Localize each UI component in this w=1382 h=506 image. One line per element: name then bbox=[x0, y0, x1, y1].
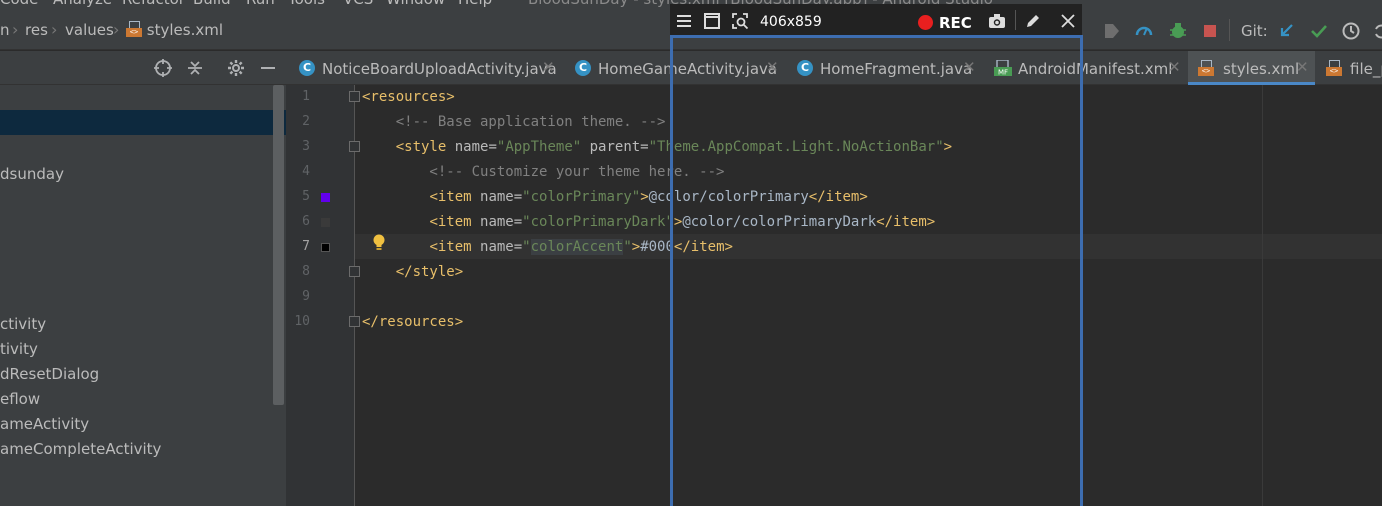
tab-label: styles.xml bbox=[1223, 60, 1300, 78]
tab-label: file_p bbox=[1350, 60, 1382, 78]
menu-help[interactable]: Help bbox=[458, 0, 492, 8]
breadcrumb-item-res[interactable]: res bbox=[25, 21, 48, 39]
tree-item[interactable]: dsunday bbox=[0, 165, 64, 183]
region-select-icon[interactable] bbox=[731, 12, 749, 30]
recording-region-frame[interactable] bbox=[670, 35, 1083, 506]
java-class-icon: C bbox=[575, 60, 591, 76]
recording-size-label: 406x859 bbox=[760, 14, 822, 30]
debug-attach-icon[interactable] bbox=[1168, 21, 1188, 41]
git-label: Git: bbox=[1241, 22, 1268, 40]
fold-marker-icon[interactable] bbox=[349, 141, 360, 152]
code-line: </style> bbox=[395, 264, 464, 280]
locate-target-icon[interactable] bbox=[153, 58, 173, 78]
code-line: <!-- Base application theme. --> bbox=[362, 114, 666, 130]
fold-marker-icon[interactable] bbox=[349, 266, 360, 277]
tab-file-p[interactable]: <> file_p bbox=[1318, 51, 1382, 84]
right-margin-guide bbox=[1262, 85, 1263, 506]
menu-window[interactable]: Window bbox=[386, 0, 445, 8]
color-swatch-primary-dark[interactable] bbox=[321, 218, 330, 227]
color-swatch-accent[interactable] bbox=[321, 243, 330, 252]
menu-code[interactable]: Code bbox=[0, 0, 38, 8]
git-update-icon[interactable] bbox=[1277, 21, 1297, 41]
close-icon[interactable]: ✕ bbox=[542, 58, 555, 76]
menu-run[interactable]: Run bbox=[246, 0, 275, 8]
tree-item[interactable]: tivity bbox=[0, 340, 38, 358]
tree-item[interactable]: dResetDialog bbox=[0, 365, 99, 383]
menu-analyze[interactable]: Analyze bbox=[53, 0, 112, 8]
code-line: <resources> bbox=[362, 89, 455, 105]
fold-marker-icon[interactable] bbox=[349, 91, 360, 102]
line-number: 4 bbox=[302, 164, 310, 179]
line-number: 5 bbox=[302, 189, 310, 204]
breadcrumb-item[interactable]: n bbox=[0, 21, 10, 39]
project-panel: dsunday ctivity tivity dResetDialog eflo… bbox=[0, 85, 286, 506]
line-number: 10 bbox=[294, 314, 310, 329]
menu-refactor[interactable]: Refactor bbox=[122, 0, 185, 8]
line-number: 6 bbox=[302, 214, 310, 229]
camera-icon[interactable] bbox=[988, 12, 1006, 30]
git-revert-icon[interactable] bbox=[1371, 21, 1382, 41]
stop-icon[interactable] bbox=[1200, 21, 1220, 41]
project-scrollbar[interactable] bbox=[273, 85, 284, 405]
collapse-all-icon[interactable] bbox=[185, 58, 205, 78]
color-swatch-primary[interactable] bbox=[321, 193, 330, 202]
code-line: </resources> bbox=[362, 314, 464, 330]
git-history-icon[interactable] bbox=[1341, 21, 1361, 41]
breadcrumb-separator-icon: › bbox=[51, 20, 58, 39]
xml-file-icon: <> bbox=[1326, 60, 1342, 76]
menu-tools[interactable]: Tools bbox=[288, 0, 325, 8]
tree-item[interactable]: ameCompleteActivity bbox=[0, 440, 161, 458]
breadcrumb-file-label: styles.xml bbox=[146, 21, 223, 39]
recorder-divider bbox=[1015, 10, 1016, 30]
close-icon[interactable]: ✕ bbox=[1296, 58, 1309, 76]
menu-icon[interactable] bbox=[675, 12, 693, 30]
menu-vcs[interactable]: VCS bbox=[343, 0, 373, 8]
close-icon[interactable] bbox=[1059, 12, 1077, 30]
breadcrumb-separator-icon: › bbox=[113, 20, 120, 39]
record-dot-icon[interactable] bbox=[918, 15, 933, 30]
xml-file-icon: <> bbox=[126, 21, 142, 37]
tab-styles-xml[interactable]: <> styles.xml ✕ bbox=[1188, 51, 1315, 85]
recorder-toolbar: 406x859 REC bbox=[670, 4, 1082, 35]
menu-build[interactable]: Build bbox=[193, 0, 231, 8]
tree-item[interactable]: ctivity bbox=[0, 315, 46, 333]
tree-item[interactable]: ameActivity bbox=[0, 415, 89, 433]
xml-file-icon: <> bbox=[1198, 60, 1214, 76]
close-icon[interactable]: ✕ bbox=[1168, 58, 1181, 76]
rec-button[interactable]: REC bbox=[939, 14, 972, 32]
profiler-icon[interactable] bbox=[1134, 21, 1154, 41]
gear-icon[interactable] bbox=[226, 58, 246, 78]
fold-marker-icon[interactable] bbox=[349, 316, 360, 327]
line-number: 7 bbox=[302, 239, 310, 254]
line-number: 1 bbox=[302, 89, 310, 104]
line-number: 3 bbox=[302, 139, 310, 154]
line-number: 2 bbox=[302, 114, 310, 129]
breadcrumb-item-styles[interactable]: <> styles.xml bbox=[126, 21, 223, 39]
breadcrumb-separator-icon: › bbox=[12, 20, 19, 39]
breadcrumb-item-values[interactable]: values bbox=[65, 21, 114, 39]
tab-label: NoticeBoardUploadActivity.java bbox=[322, 60, 557, 78]
stop-process-icon[interactable] bbox=[1102, 21, 1122, 41]
tree-item[interactable]: eflow bbox=[0, 390, 40, 408]
git-commit-icon[interactable] bbox=[1309, 21, 1329, 41]
fullscreen-icon[interactable] bbox=[703, 12, 721, 30]
selected-tree-row[interactable] bbox=[0, 110, 286, 135]
line-number: 8 bbox=[302, 264, 310, 279]
java-class-icon: C bbox=[299, 60, 315, 76]
line-number: 9 bbox=[302, 289, 310, 304]
pencil-icon[interactable] bbox=[1024, 12, 1042, 30]
tab-noticeboarduploadactivity[interactable]: C NoticeBoardUploadActivity.java ✕ bbox=[292, 51, 564, 84]
toolbar-divider bbox=[1229, 19, 1230, 41]
hide-panel-icon[interactable] bbox=[258, 58, 278, 78]
